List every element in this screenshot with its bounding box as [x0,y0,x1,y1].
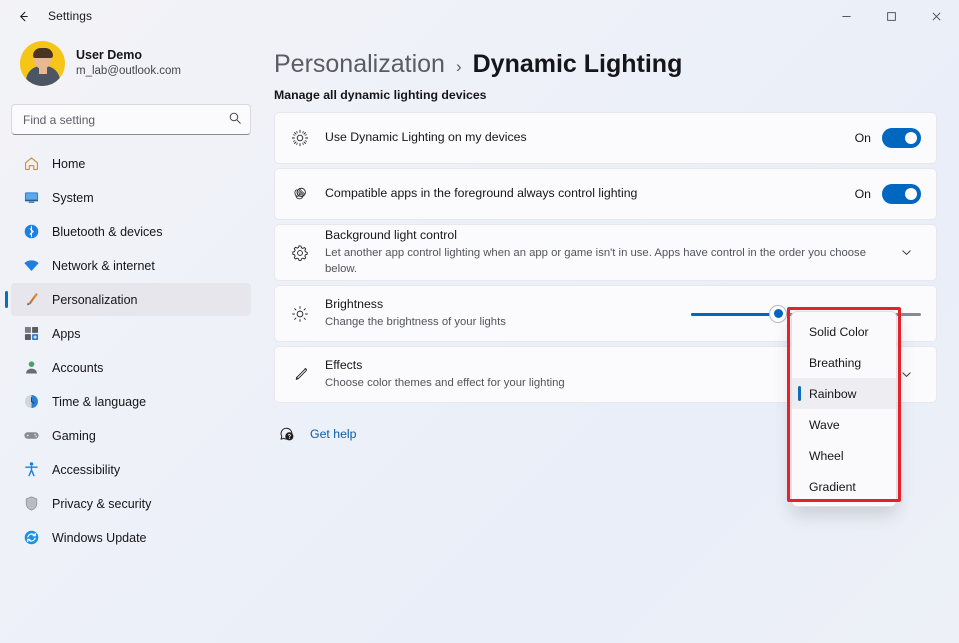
sun-icon [289,305,311,323]
account-email: m_lab@outlook.com [76,64,181,80]
effects-option-wheel[interactable]: Wheel [792,440,896,471]
effects-option-wave[interactable]: Wave [792,409,896,440]
sidebar-item-bluetooth-devices[interactable]: Bluetooth & devices [11,215,251,248]
clock-icon [22,393,40,411]
setting-title: Brightness [325,296,691,314]
effects-option-gradient[interactable]: Gradient [792,471,896,502]
sidebar-item-accessibility[interactable]: Accessibility [11,453,251,486]
update-icon [22,529,40,547]
maximize-button[interactable] [869,0,914,32]
sidebar-item-label: System [52,191,94,205]
network-icon [22,257,40,275]
setting-title: Use Dynamic Lighting on my devices [325,129,855,147]
gear-icon [289,244,311,262]
sidebar-item-label: Personalization [52,293,137,307]
sidebar-item-privacy-security[interactable]: Privacy & security [11,487,251,520]
sidebar-item-label: Home [52,157,85,171]
window-controls [824,0,959,32]
sidebar-item-label: Bluetooth & devices [52,225,163,239]
setting-title: Background light control [325,227,891,245]
account-name: User Demo [76,47,181,64]
setting-row-use-dynamic-lighting[interactable]: Use Dynamic Lighting on my devices On [274,112,937,164]
sidebar-item-home[interactable]: Home [11,147,251,180]
use-dynamic-lighting-toggle[interactable] [882,128,921,148]
effects-dropdown-flyout[interactable]: Solid ColorBreathingRainbowWaveWheelGrad… [791,311,897,507]
setting-subtitle: Change the brightness of your lights [325,314,691,330]
window-title: Settings [48,9,92,23]
toggle-state-label: On [855,131,871,145]
setting-title: Compatible apps in the foreground always… [325,185,855,203]
account-block[interactable]: User Demo m_lab@outlook.com [11,32,251,98]
sidebar-item-label: Accounts [52,361,103,375]
sidebar-item-system[interactable]: System [11,181,251,214]
sidebar-nav: Home System Bluetooth & devices Network & i… [11,147,251,554]
sidebar-item-windows-update[interactable]: Windows Update [11,521,251,554]
sidebar-item-network-internet[interactable]: Network & internet [11,249,251,282]
breadcrumb: Personalization › Dynamic Lighting [274,50,937,79]
page-title: Dynamic Lighting [473,50,683,79]
shield-icon [22,495,40,513]
sidebar-item-label: Windows Update [52,531,147,545]
search-input[interactable] [11,104,251,135]
search-box [11,104,251,135]
effects-option-breathing[interactable]: Breathing [792,347,896,378]
overlapping-apps-icon [289,185,311,203]
sidebar-item-label: Privacy & security [52,497,151,511]
brush-icon [22,291,40,309]
sidebar: User Demo m_lab@outlook.com Home System Bl… [0,32,262,643]
avatar [20,41,65,86]
breadcrumb-separator-icon: › [456,57,462,77]
lighting-burst-icon [289,129,311,147]
slider-fill [691,313,778,316]
effects-option-rainbow[interactable]: Rainbow [792,378,896,409]
accessibility-icon [22,461,40,479]
setting-subtitle: Let another app control lighting when an… [325,245,891,278]
setting-row-compatible-apps[interactable]: Compatible apps in the foreground always… [274,168,937,220]
help-question-icon [276,425,298,443]
sidebar-item-gaming[interactable]: Gaming [11,419,251,452]
system-icon [22,189,40,207]
sidebar-item-accounts[interactable]: Accounts [11,351,251,384]
back-button[interactable] [6,2,40,30]
bluetooth-icon [22,223,40,241]
home-icon [22,155,40,173]
chevron-down-icon[interactable] [891,238,921,268]
sidebar-item-label: Apps [52,327,81,341]
sidebar-item-time-language[interactable]: Time & language [11,385,251,418]
compatible-apps-toggle[interactable] [882,184,921,204]
toggle-state-label: On [855,187,871,201]
window-titlebar: Settings [0,0,959,32]
breadcrumb-parent[interactable]: Personalization [274,50,445,79]
sidebar-item-label: Time & language [52,395,146,409]
apps-icon [22,325,40,343]
setting-row-background-light-control[interactable]: Background light control Let another app… [274,224,937,281]
sidebar-item-label: Gaming [52,429,96,443]
sidebar-item-apps[interactable]: Apps [11,317,251,350]
sidebar-item-label: Accessibility [52,463,120,477]
effects-option-solid-color[interactable]: Solid Color [792,316,896,347]
accounts-icon [22,359,40,377]
gamepad-icon [22,427,40,445]
sidebar-item-personalization[interactable]: Personalization [11,283,251,316]
sidebar-item-label: Network & internet [52,259,155,273]
slider-thumb[interactable] [769,305,787,323]
close-button[interactable] [914,0,959,32]
get-help-link[interactable]: Get help [310,427,357,441]
brush-icon [289,366,311,384]
section-label: Manage all dynamic lighting devices [274,88,937,102]
minimize-button[interactable] [824,0,869,32]
